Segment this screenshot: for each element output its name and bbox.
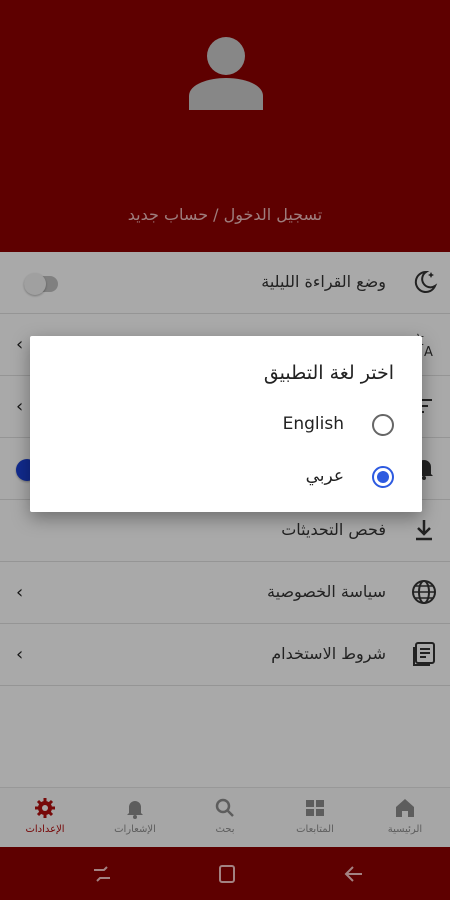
dialog-title: اختر لغة التطبيق <box>263 362 394 384</box>
language-dialog: اختر لغة التطبيق English عربي <box>30 336 422 512</box>
radio-button[interactable] <box>372 414 394 436</box>
language-option-label: عربي <box>305 466 344 486</box>
radio-button-selected[interactable] <box>372 466 394 488</box>
language-option-label: English <box>282 414 344 434</box>
language-option-arabic[interactable]: عربي <box>54 456 394 496</box>
language-option-english[interactable]: English <box>54 404 394 444</box>
